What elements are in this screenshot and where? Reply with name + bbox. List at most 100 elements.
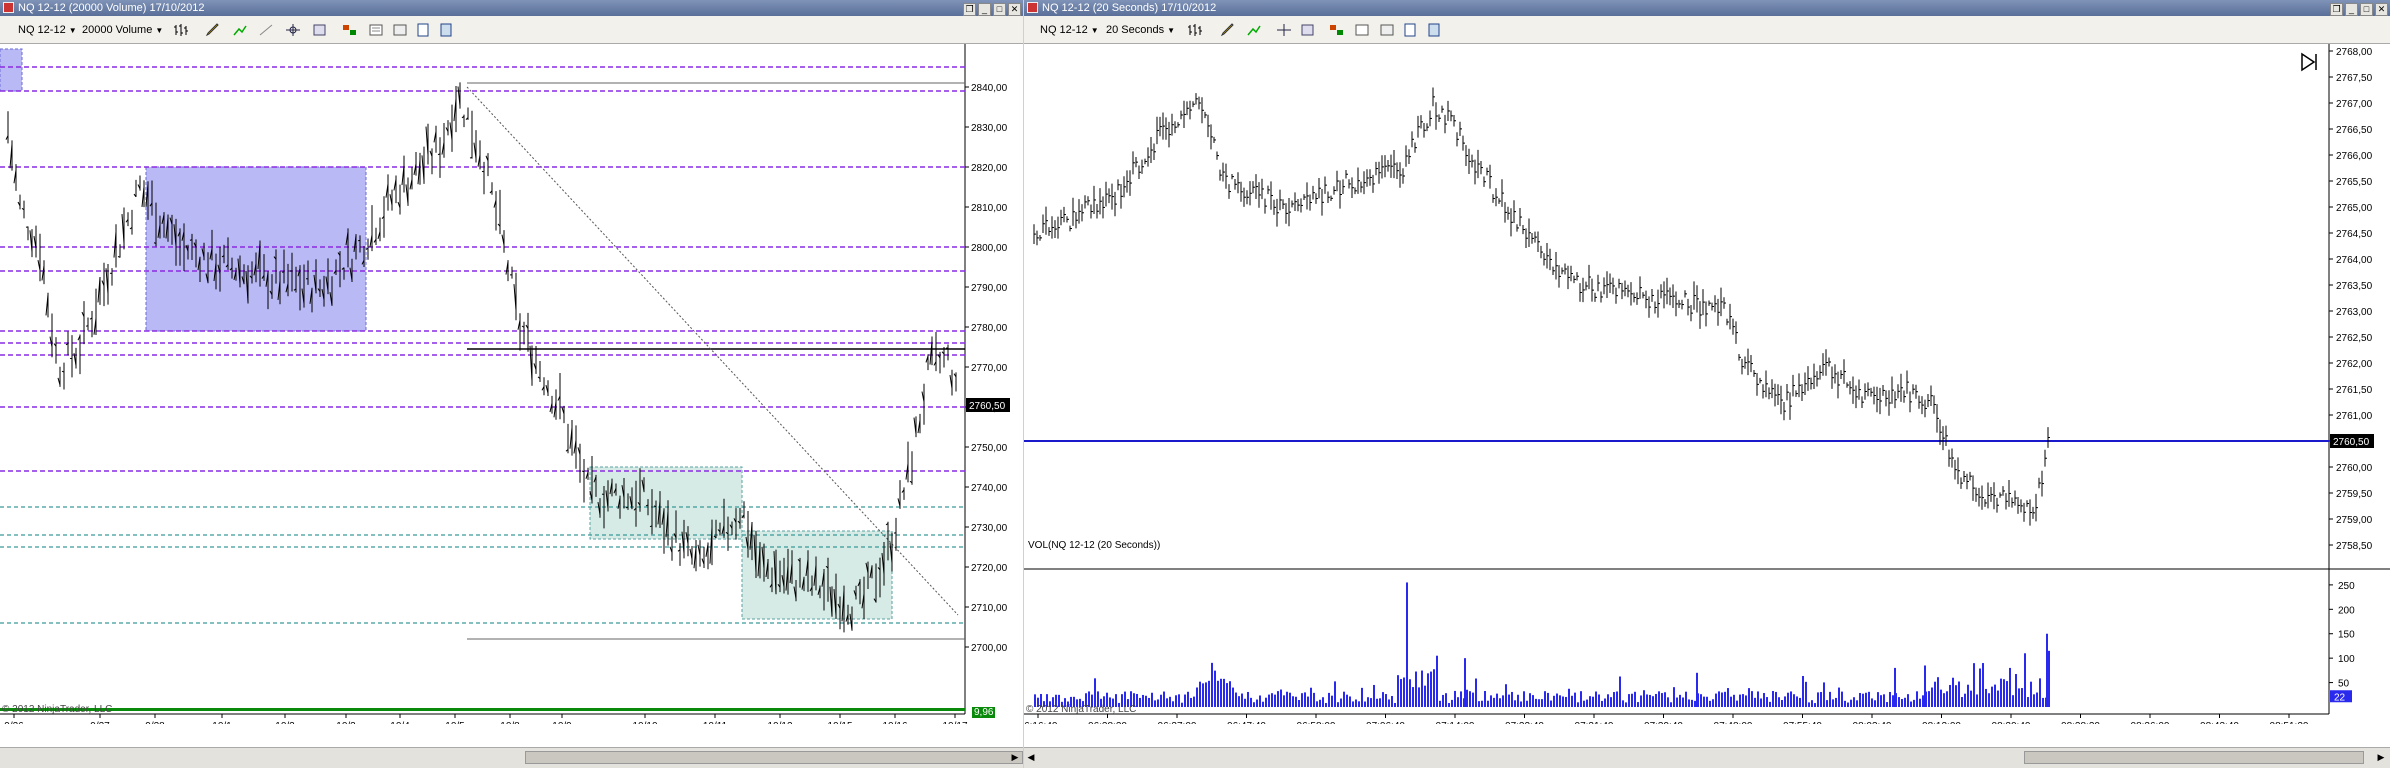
- volume-bar: [1445, 693, 1447, 707]
- volume-bar: [1634, 691, 1636, 707]
- right-scroll-right-icon[interactable]: ▶: [2374, 750, 2388, 765]
- volume-bar: [1838, 687, 1840, 707]
- restore-icon[interactable]: ❐: [963, 3, 976, 16]
- indicator-icon[interactable]: [232, 23, 248, 37]
- indicator-icon[interactable]: [1246, 23, 1262, 37]
- volume-bar: [1763, 693, 1765, 707]
- volume-bar: [1334, 681, 1336, 707]
- volume-bar: [1688, 699, 1690, 707]
- volume-bar: [1328, 692, 1330, 707]
- volume-bar: [2000, 678, 2002, 707]
- chart-trader-icon[interactable]: [342, 23, 358, 37]
- volume-bar: [2046, 633, 2048, 707]
- volume-bar: [1712, 699, 1714, 707]
- price-bar-open: [365, 248, 369, 250]
- left-price-chart[interactable]: 2840,00 2830,00 2820,00 2810,00 2800,00 2790,…: [0, 44, 1023, 724]
- crosshair-icon[interactable]: [285, 23, 301, 37]
- date-axis-label: 9/27: [90, 721, 110, 724]
- volume-strip: [0, 708, 965, 711]
- price-axis-label: 2766,00: [2336, 151, 2373, 162]
- minimize-icon[interactable]: _: [978, 3, 991, 16]
- left-scrollbar[interactable]: ▶: [0, 747, 1023, 768]
- price-axis-label: 2750,00: [971, 443, 1008, 454]
- volume-bar: [1430, 671, 1432, 707]
- pencil-draw-icon[interactable]: [205, 23, 221, 37]
- time-axis-label: 08:28:20: [2061, 721, 2100, 724]
- volume-bar: [1193, 696, 1195, 707]
- price-axis-label: 2764,00: [2336, 255, 2373, 266]
- chart-trader-icon[interactable]: [1329, 23, 1345, 37]
- instrument-selector[interactable]: NQ 12-12 ▼: [1040, 22, 1099, 38]
- maximize-icon[interactable]: □: [2360, 3, 2373, 16]
- maximize-icon[interactable]: □: [993, 3, 1006, 16]
- volume-bar: [1991, 686, 1993, 707]
- volume-bar: [1664, 692, 1666, 707]
- strategy-icon[interactable]: [258, 23, 274, 37]
- volume-bar: [1199, 681, 1201, 707]
- volume-bar: [1277, 691, 1279, 707]
- right-scrollbar[interactable]: ◀ ▶: [1024, 747, 2390, 768]
- zoom-icon[interactable]: [1300, 23, 1316, 37]
- volume-bar: [1577, 702, 1579, 707]
- bar-type-icon[interactable]: [1187, 23, 1203, 37]
- volume-bar: [1292, 696, 1294, 707]
- right-chart-window[interactable]: NQ 12-12 (20 Seconds) 17/10/2012 ❐ _ □ ✕ NQ…: [1024, 0, 2390, 768]
- volume-bar: [1382, 692, 1384, 707]
- right-scrollbar-thumb[interactable]: [2024, 751, 2364, 764]
- price-axis-label: 2761,50: [2336, 385, 2373, 396]
- volume-bar: [1352, 701, 1354, 707]
- screenshot-icon[interactable]: [392, 23, 408, 37]
- volume-bar: [1622, 700, 1624, 707]
- crosshair-icon[interactable]: [1276, 23, 1292, 37]
- help-icon[interactable]: [1426, 23, 1442, 37]
- volume-bar: [1904, 697, 1906, 707]
- help-icon[interactable]: [438, 23, 454, 37]
- properties-icon[interactable]: [415, 23, 431, 37]
- left-chart-window[interactable]: NQ 12-12 (20000 Volume) 17/10/2012 ❐ _ □ ✕ …: [0, 0, 1023, 768]
- volume-bar: [1376, 698, 1378, 707]
- volume-bar: [1886, 702, 1888, 707]
- volume-bar: [1307, 696, 1309, 707]
- data-box-icon[interactable]: [1354, 23, 1370, 37]
- pencil-draw-icon[interactable]: [1220, 23, 1236, 37]
- volume-bar: [2039, 678, 2041, 707]
- volume-bar: [1793, 694, 1795, 707]
- instrument-selector[interactable]: NQ 12-12 ▼: [18, 22, 77, 38]
- left-title-bar[interactable]: NQ 12-12 (20000 Volume) 17/10/2012 ❐ _ □ ✕: [0, 0, 1023, 16]
- right-title-bar[interactable]: NQ 12-12 (20 Seconds) 17/10/2012 ❐ _ □ ✕: [1024, 0, 2390, 16]
- zoom-icon[interactable]: [312, 23, 328, 37]
- properties-icon[interactable]: [1402, 23, 1418, 37]
- date-axis-label: 10/1: [212, 721, 232, 724]
- supply-zone-small: [0, 48, 23, 92]
- volume-bar: [1331, 695, 1333, 707]
- volume-bar: [1289, 692, 1291, 707]
- price-axis-label: 2710,00: [971, 603, 1008, 614]
- right-price-chart[interactable]: 2768,00 2767,50 2767,00 2766,50 2766,00 2765,…: [1024, 44, 2390, 724]
- restore-icon[interactable]: ❐: [2330, 3, 2343, 16]
- volume-bar: [1256, 699, 1258, 707]
- volume-bar: [1391, 696, 1393, 707]
- screenshot-icon[interactable]: [1379, 23, 1395, 37]
- volume-bar: [1955, 685, 1957, 707]
- volume-bar: [1202, 683, 1204, 707]
- right-scroll-left-icon[interactable]: ◀: [1024, 750, 1038, 765]
- interval-selector[interactable]: 20000 Volume ▼: [82, 22, 163, 38]
- bar-type-icon[interactable]: [173, 23, 189, 37]
- close-icon[interactable]: ✕: [1008, 3, 1021, 16]
- close-icon[interactable]: ✕: [2375, 3, 2388, 16]
- volume-bar: [1982, 663, 1984, 707]
- left-scrollbar-thumb[interactable]: [525, 751, 1023, 764]
- data-box-icon[interactable]: [368, 23, 384, 37]
- left-scroll-right-icon[interactable]: ▶: [1008, 750, 1022, 765]
- price-axis-label: 2763,00: [2336, 307, 2373, 318]
- volume-bar: [1820, 692, 1822, 707]
- volume-bar: [1643, 690, 1645, 707]
- date-axis-label: 10/16: [882, 721, 907, 724]
- volume-bar: [1961, 697, 1963, 707]
- volume-bar: [1880, 695, 1882, 707]
- interval-selector[interactable]: 20 Seconds ▼: [1106, 22, 1175, 38]
- minimize-icon[interactable]: _: [2345, 3, 2358, 16]
- volume-bar: [1952, 677, 1954, 707]
- volume-bar: [1490, 695, 1492, 707]
- volume-bar: [1244, 698, 1246, 707]
